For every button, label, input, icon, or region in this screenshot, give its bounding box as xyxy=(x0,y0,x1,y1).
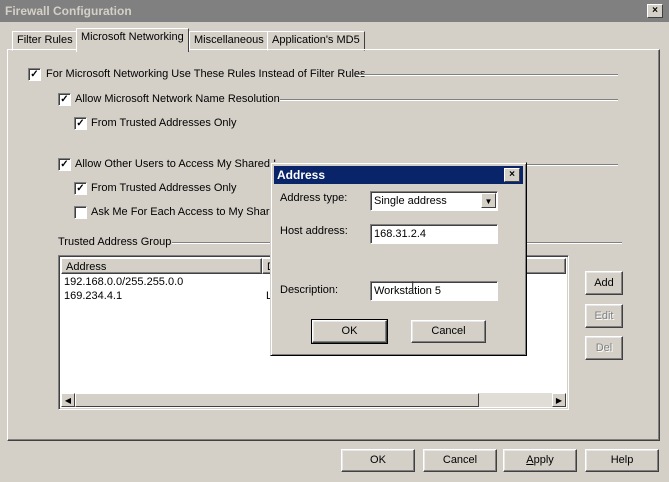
text-cursor-icon: I xyxy=(411,279,415,293)
allow-name-resolution-checkbox[interactable]: ✓ xyxy=(58,93,71,106)
apply-button[interactable]: Apply xyxy=(503,449,577,472)
close-icon[interactable]: × xyxy=(647,4,663,18)
divider xyxy=(280,99,618,101)
dialog-title-bar: Address × xyxy=(274,166,523,184)
help-button[interactable]: Help xyxy=(585,449,659,472)
title-bar: Firewall Configuration × xyxy=(0,0,669,22)
table-row[interactable]: 192.168.0.0/255.255.0.0 xyxy=(64,276,183,288)
dialog-cancel-button[interactable]: Cancel xyxy=(411,320,486,343)
host-address-label: Host address: xyxy=(280,225,348,237)
dialog-title: Address xyxy=(277,168,326,182)
column-header-address[interactable]: Address xyxy=(61,258,262,274)
address-type-select[interactable]: Single address ▼ xyxy=(370,191,498,211)
description-label: Description: xyxy=(280,284,339,296)
dialog-ok-button[interactable]: OK xyxy=(311,319,388,344)
use-rules-label: For Microsoft Networking Use These Rules… xyxy=(46,68,366,80)
horizontal-scrollbar[interactable]: ◀ ▶ xyxy=(61,393,566,407)
trusted-only-label-1: From Trusted Addresses Only xyxy=(91,117,237,129)
divider xyxy=(358,74,618,76)
allow-shared-checkbox[interactable]: ✓ xyxy=(58,158,71,171)
scroll-left-icon[interactable]: ◀ xyxy=(61,393,75,407)
tab-filter-rules[interactable]: Filter Rules xyxy=(12,31,78,51)
edit-button[interactable]: Edit xyxy=(585,304,623,328)
tab-applications-md5[interactable]: Application's MD5 xyxy=(267,31,365,51)
scroll-right-icon[interactable]: ▶ xyxy=(552,393,566,407)
divider xyxy=(520,164,618,166)
group-title: Trusted Address Group xyxy=(58,236,172,248)
tab-miscellaneous[interactable]: Miscellaneous xyxy=(189,31,269,51)
chevron-down-icon[interactable]: ▼ xyxy=(481,193,496,208)
address-type-label: Address type: xyxy=(280,192,348,204)
host-address-input[interactable]: 168.31.2.4 xyxy=(370,224,498,244)
description-value: Workstation 5 xyxy=(374,285,442,297)
dialog-close-icon[interactable]: × xyxy=(504,168,520,182)
cancel-button[interactable]: Cancel xyxy=(423,449,497,472)
trusted-only-checkbox-2[interactable]: ✓ xyxy=(74,182,87,195)
description-input[interactable]: Workstation 5 I xyxy=(370,279,498,301)
address-dialog: Address × Address type: Single address ▼… xyxy=(270,162,527,356)
row-address: 192.168.0.0/255.255.0.0 xyxy=(64,276,184,288)
window-title: Firewall Configuration xyxy=(5,4,132,18)
host-address-value: 168.31.2.4 xyxy=(374,228,426,240)
row-address: 169.234.4.1 xyxy=(64,290,123,302)
add-button[interactable]: Add xyxy=(585,271,623,295)
allow-name-resolution-label: Allow Microsoft Network Name Resolution xyxy=(75,93,280,105)
table-row[interactable]: 169.234.4.1 xyxy=(64,290,122,302)
scroll-thumb[interactable] xyxy=(75,393,479,407)
ask-me-checkbox[interactable] xyxy=(74,206,87,219)
allow-shared-label: Allow Other Users to Access My Shared I xyxy=(75,158,277,170)
ask-me-label: Ask Me For Each Access to My Share xyxy=(91,206,276,218)
tab-microsoft-networking[interactable]: Microsoft Networking xyxy=(76,28,189,52)
trusted-only-checkbox-1[interactable]: ✓ xyxy=(74,117,87,130)
trusted-only-label-2: From Trusted Addresses Only xyxy=(91,182,237,194)
use-rules-checkbox[interactable]: ✓ xyxy=(28,68,41,81)
del-button[interactable]: Del xyxy=(585,336,623,360)
ok-button[interactable]: OK xyxy=(341,449,415,472)
address-type-value: Single address xyxy=(374,195,447,207)
